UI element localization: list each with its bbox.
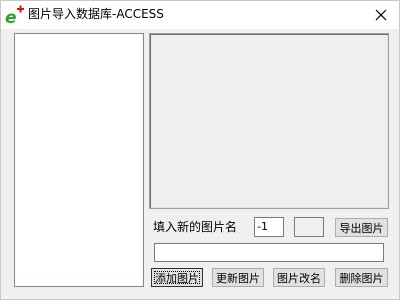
image-preview (149, 33, 389, 209)
image-name-input[interactable] (154, 243, 384, 262)
rename-button[interactable]: 图片改名 (273, 268, 325, 287)
main-window: e 图片导入数据库-ACCESS 填入新的图片名 -1 导出图片 添加图片 更新… (0, 0, 400, 300)
image-list[interactable] (14, 33, 144, 287)
close-icon (375, 9, 387, 21)
export-button[interactable]: 导出图片 (335, 218, 388, 237)
e-plus-icon: e (5, 5, 24, 26)
blank-field (294, 217, 324, 237)
new-name-label: 填入新的图片名 (153, 220, 238, 234)
window-title: 图片导入数据库-ACCESS (28, 7, 164, 21)
close-button[interactable] (367, 3, 395, 27)
svg-text:e: e (5, 8, 17, 26)
delete-button[interactable]: 删除图片 (335, 268, 388, 287)
add-button[interactable]: 添加图片 (151, 268, 203, 287)
id-field[interactable]: -1 (254, 217, 284, 237)
update-button[interactable]: 更新图片 (212, 268, 264, 287)
title-bar[interactable]: e 图片导入数据库-ACCESS (1, 1, 399, 29)
